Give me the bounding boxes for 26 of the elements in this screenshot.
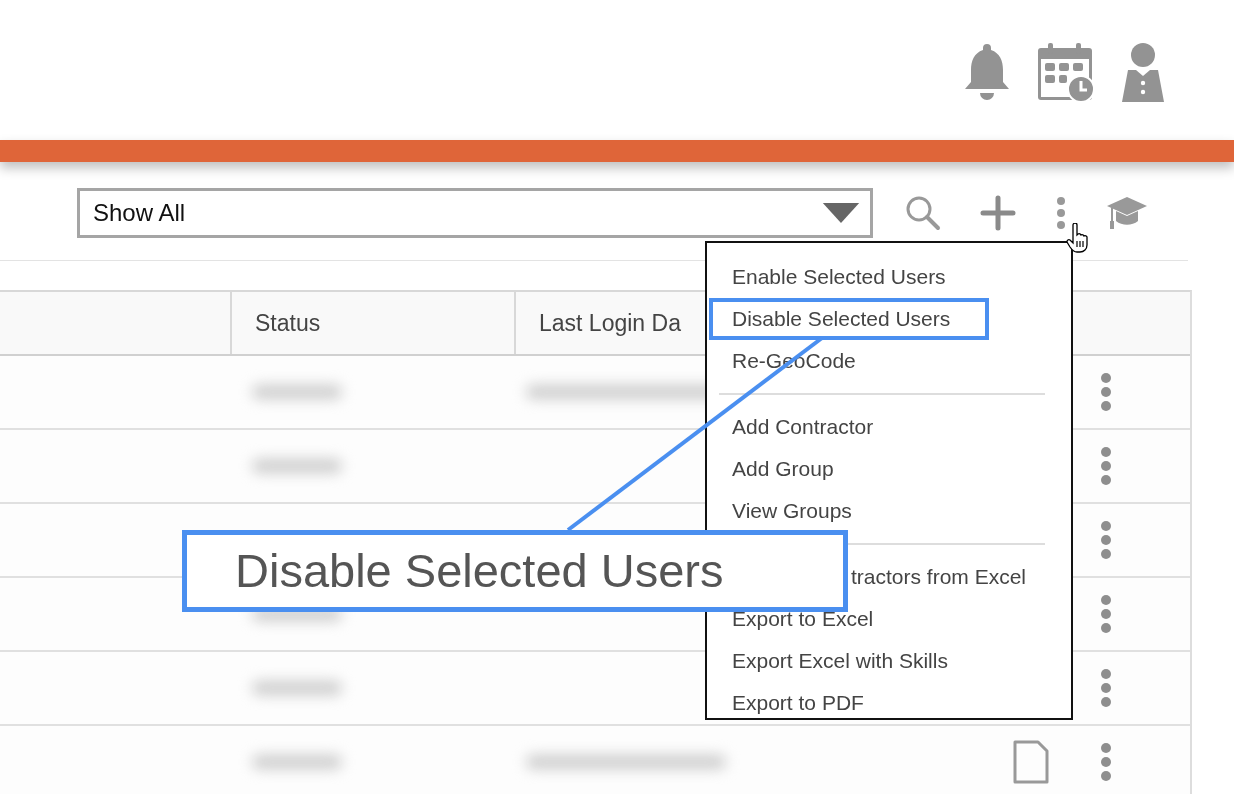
filter-dropdown[interactable]: Show All xyxy=(77,188,873,238)
menu-item[interactable]: Export Excel with Skills xyxy=(719,640,1059,682)
menu-item[interactable]: Add Contractor xyxy=(719,406,1059,448)
menu-item[interactable]: Export to PDF xyxy=(719,682,1059,724)
calendar-clock-icon[interactable] xyxy=(1036,42,1096,102)
row-actions-icon[interactable] xyxy=(1100,742,1112,782)
menu-item[interactable]: tractors from Excel xyxy=(851,556,1027,598)
menu-item[interactable]: Enable Selected Users xyxy=(719,256,1059,298)
row-actions-icon[interactable] xyxy=(1100,372,1112,412)
column-header[interactable]: Status xyxy=(232,292,516,354)
row-actions-icon[interactable] xyxy=(1100,668,1112,708)
document-icon[interactable] xyxy=(1012,739,1050,785)
more-options-icon[interactable] xyxy=(1055,195,1067,231)
menu-item[interactable]: View Groups xyxy=(719,490,1059,532)
callout-label: Disable Selected Users xyxy=(182,530,848,612)
menu-item[interactable]: Disable Selected Users xyxy=(709,298,989,340)
user-icon[interactable] xyxy=(1120,42,1166,102)
row-actions-icon[interactable] xyxy=(1100,446,1112,486)
caret-icon xyxy=(822,203,860,223)
graduation-cap-icon[interactable] xyxy=(1106,195,1148,231)
bell-icon[interactable] xyxy=(962,42,1012,102)
row-actions-icon[interactable] xyxy=(1100,520,1112,560)
search-icon[interactable] xyxy=(905,195,941,231)
menu-item[interactable]: Add Group xyxy=(719,448,1059,490)
add-icon[interactable] xyxy=(980,195,1016,231)
row-actions-icon[interactable] xyxy=(1100,594,1112,634)
